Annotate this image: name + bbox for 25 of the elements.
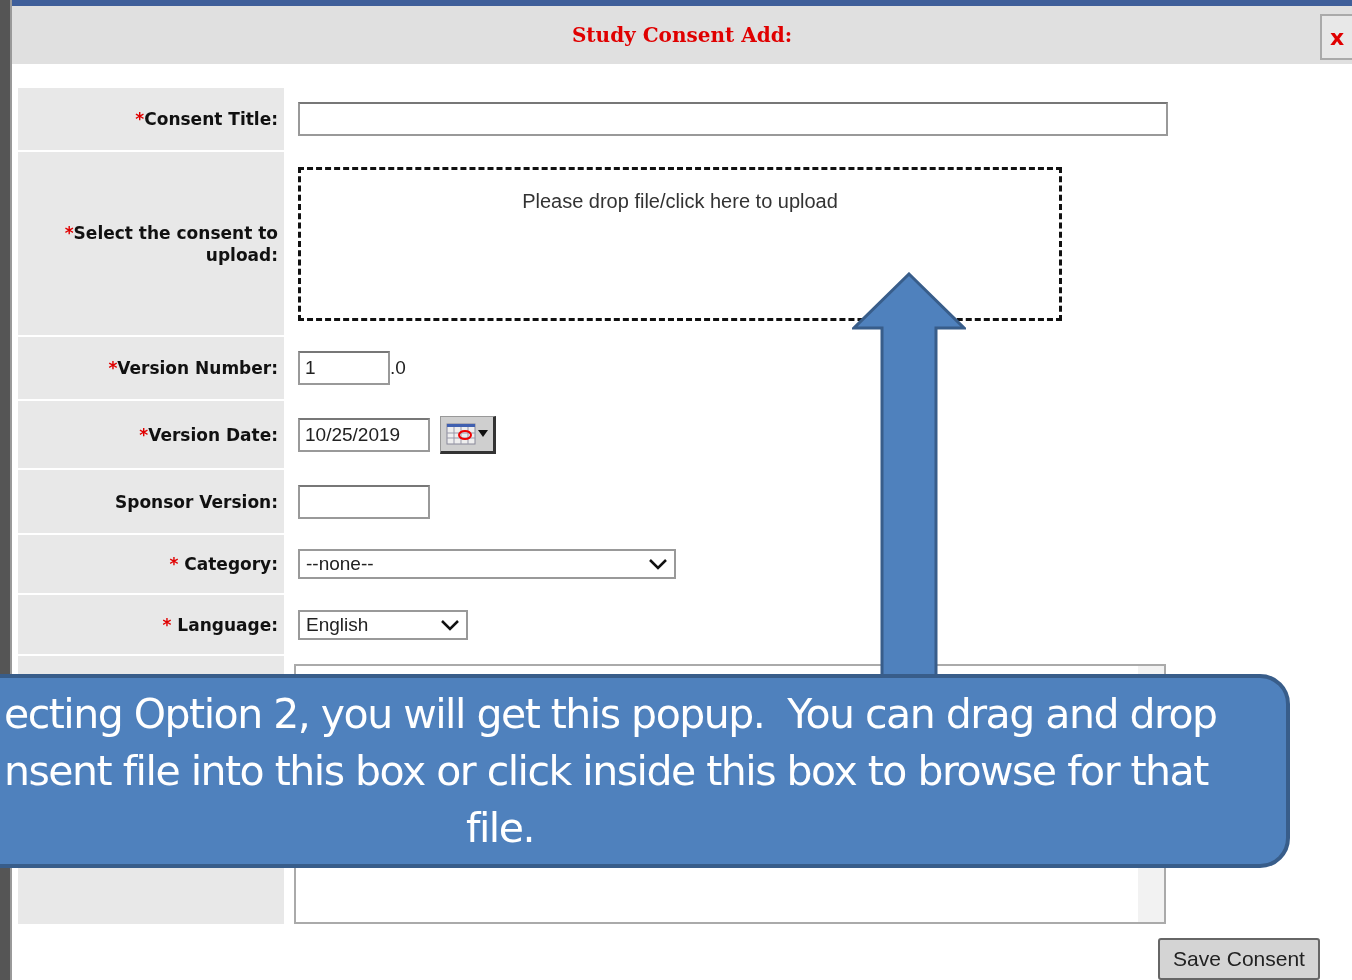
caret-icon — [478, 429, 488, 438]
date-field[interactable]: 10/25/2019 — [298, 417, 430, 452]
version-suffix: .0 — [390, 357, 406, 379]
calendar-button[interactable] — [440, 415, 496, 454]
language-select[interactable]: English — [298, 609, 468, 640]
field-label: * Category: — [169, 553, 278, 575]
field-label: * Language: — [162, 613, 278, 636]
callout-text: ecting Option 2, you will get this popup. You can drag and drop — [4, 688, 1218, 740]
save-button[interactable]: Save Consent — [1158, 938, 1320, 980]
dialog-title: Study Consent Add: — [571, 23, 793, 47]
field-label: *Select the consent to upload: — [63, 221, 278, 266]
field-label: *Version Number: — [108, 357, 278, 379]
field-label: *Version Date: — [139, 423, 278, 446]
calendar-icon — [446, 422, 476, 445]
close-button[interactable]: x — [1320, 14, 1352, 60]
text-field[interactable] — [298, 484, 430, 519]
category-select[interactable]: --none-- — [298, 549, 676, 579]
chevron-down-icon — [648, 557, 668, 571]
field-label: *Consent Title: — [135, 108, 278, 130]
callout-text: file. — [465, 802, 535, 854]
chevron-down-icon — [440, 617, 460, 632]
text-field[interactable] — [298, 102, 1168, 136]
callout-text: nsent file into this box or click inside this box to browse for that — [4, 745, 1210, 797]
field-label: Sponsor Version: — [115, 490, 278, 513]
version-field[interactable]: 1 — [298, 351, 390, 385]
